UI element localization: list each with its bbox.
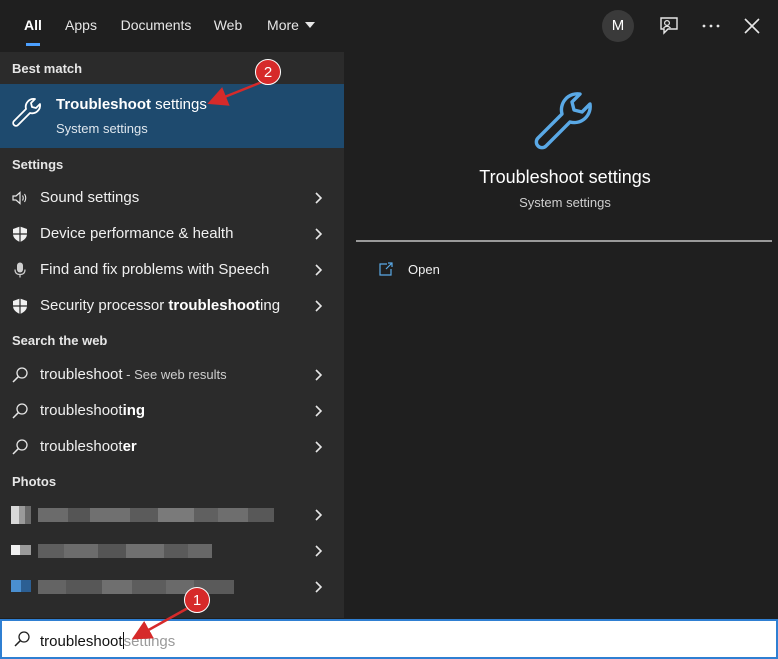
search-query: troubleshootsettings: [40, 632, 176, 650]
photo-result[interactable]: [0, 533, 344, 569]
chevron-right-icon[interactable]: [313, 508, 325, 522]
chevron-down-icon: [304, 22, 315, 28]
tab-more[interactable]: More: [260, 0, 322, 52]
wrench-icon: [534, 92, 592, 150]
avatar-initial: M: [611, 17, 625, 34]
open-label: Open: [408, 262, 440, 277]
shield-icon: [13, 226, 27, 242]
divider: [356, 240, 772, 242]
result-device-performance[interactable]: Device performance & health: [0, 216, 344, 252]
chevron-right-icon[interactable]: [313, 544, 325, 558]
annotation-badge-1: 1: [184, 587, 210, 613]
photo-thumbnail: [11, 545, 31, 555]
tab-apps[interactable]: Apps: [58, 0, 104, 52]
web-result-troubleshooter[interactable]: troubleshooter: [0, 429, 344, 465]
settings-heading: Settings: [12, 157, 64, 172]
best-match-title: Troubleshoot settings: [56, 96, 207, 113]
best-match-heading: Best match: [12, 61, 83, 76]
web-result-troubleshooting[interactable]: troubleshooting: [0, 393, 344, 429]
shield-icon: [13, 298, 27, 314]
photo-result[interactable]: [0, 569, 344, 605]
chevron-right-icon[interactable]: [313, 227, 325, 241]
tab-all[interactable]: All: [14, 0, 52, 52]
photo-thumbnail: [11, 580, 31, 592]
tab-documents[interactable]: Documents: [114, 0, 198, 52]
best-match-subtitle: System settings: [56, 121, 148, 136]
tab-label: Documents: [120, 17, 192, 33]
preview-title: Troubleshoot settings: [479, 167, 651, 187]
web-result-troubleshoot[interactable]: troubleshoot - See web results: [0, 357, 344, 393]
result-label: troubleshooting: [40, 402, 146, 419]
search-icon: [14, 631, 30, 647]
microphone-icon: [14, 262, 26, 278]
chevron-right-icon[interactable]: [313, 263, 325, 277]
chevron-right-icon[interactable]: [313, 191, 325, 205]
search-web-heading: Search the web: [12, 333, 108, 348]
chevron-right-icon[interactable]: [313, 440, 325, 454]
result-speech-troubleshoot[interactable]: Find and fix problems with Speech: [0, 252, 344, 288]
annotation-badge-2: 2: [255, 59, 281, 85]
search-icon: [12, 367, 28, 383]
search-suggestion: settings: [123, 633, 176, 650]
tab-label: Web: [213, 17, 243, 33]
wrench-icon: [12, 98, 41, 127]
tab-web[interactable]: Web: [207, 0, 249, 52]
photo-thumbnail: [11, 506, 31, 524]
search-scope-tabs: All Apps Documents Web More M: [0, 0, 778, 52]
photos-heading: Photos: [12, 474, 57, 489]
tab-label: Apps: [65, 17, 97, 33]
result-label: troubleshooter: [40, 438, 137, 455]
more-options-icon[interactable]: [697, 12, 725, 40]
chevron-right-icon[interactable]: [313, 299, 325, 313]
chevron-right-icon[interactable]: [313, 580, 325, 594]
result-label: Security processor troubleshooting: [40, 297, 281, 314]
result-sound-settings[interactable]: Sound settings: [0, 180, 344, 216]
chevron-right-icon[interactable]: [313, 368, 325, 382]
result-label: Device performance & health: [40, 225, 234, 242]
avatar[interactable]: M: [602, 10, 634, 42]
search-icon: [12, 439, 28, 455]
search-input[interactable]: troubleshootsettings: [0, 619, 778, 659]
feedback-icon[interactable]: [655, 12, 683, 40]
preview-pane: Troubleshoot settings System settings Op…: [356, 64, 774, 618]
speaker-icon: [12, 191, 27, 205]
search-icon: [12, 403, 28, 419]
preview-subtitle: System settings: [519, 195, 611, 210]
results-list: Best match Troubleshoot settings System …: [0, 52, 344, 618]
photo-result[interactable]: [0, 497, 344, 533]
tab-label: More: [267, 17, 299, 33]
open-icon: [379, 262, 393, 276]
result-security-processor[interactable]: Security processor troubleshooting: [0, 288, 344, 324]
result-label: Sound settings: [40, 189, 140, 206]
close-icon[interactable]: [738, 12, 766, 40]
blurred-photo-name: [38, 544, 212, 558]
tab-label: All: [24, 17, 42, 33]
result-label: troubleshoot - See web results: [40, 366, 227, 383]
result-label: Find and fix problems with Speech: [40, 261, 270, 278]
chevron-right-icon[interactable]: [313, 404, 325, 418]
best-match-result[interactable]: Troubleshoot settings System settings: [0, 84, 344, 148]
blurred-photo-name: [38, 508, 274, 522]
